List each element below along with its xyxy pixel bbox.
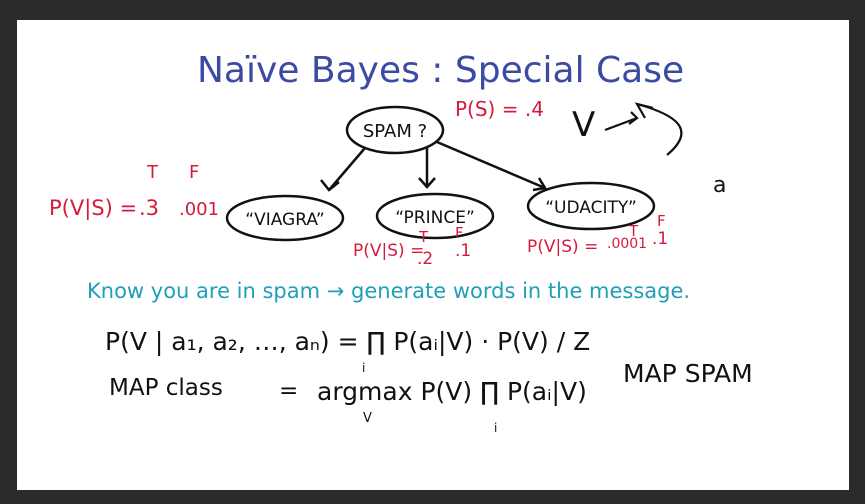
argmax-subscript-v: V [363, 411, 372, 426]
side-v-letter: V [572, 105, 595, 145]
side-arrow-short [604, 116, 638, 132]
map-class-label: MAP class [109, 375, 223, 401]
side-a-letter: a [713, 173, 726, 198]
prince-prob-t: .2 [417, 249, 433, 269]
viagra-prob-label: P(V|S) = [49, 196, 137, 221]
map-argmax-expression: argmax P(V) ∏ P(aᵢ|V) [317, 377, 587, 406]
udacity-f-header: F [657, 212, 666, 230]
prince-f-header: F [455, 224, 464, 242]
side-arrowhead-curve [634, 102, 654, 119]
map-spam-label: MAP SPAM [623, 359, 753, 388]
posterior-formula: P(V | a₁, a₂, …, aₙ) = ∏ P(aᵢ|V) · P(V) … [105, 327, 590, 356]
viagra-node-label: “VIAGRA” [245, 210, 324, 230]
side-arrowhead-short [628, 111, 639, 125]
viagra-f-header: F [189, 162, 199, 183]
prince-prob-label: P(V|S) = [353, 241, 424, 261]
title: Naïve Bayes : Special Case [197, 50, 684, 91]
viagra-prob-f: .001 [179, 199, 219, 220]
viagra-prob-t: .3 [139, 196, 159, 220]
side-arrow [604, 102, 683, 156]
edge-viagra [328, 147, 366, 191]
prior-probability: P(S) = .4 [455, 97, 544, 121]
argmax-product-index: i [494, 421, 497, 435]
edges [320, 140, 548, 192]
explanation-text: Know you are in spam → generate words in… [87, 279, 690, 303]
udacity-prob-t: .0001 [607, 236, 647, 252]
udacity-node-label: “UDACITY” [545, 198, 637, 218]
whiteboard: Naïve Bayes : Special Case SPAM ? P(S) =… [17, 20, 849, 490]
udacity-prob-f: .1 [652, 229, 668, 249]
side-curve [636, 102, 683, 156]
map-class-equals: = [279, 378, 298, 404]
spam-node-label: SPAM ? [363, 121, 427, 142]
viagra-t-header: T [146, 162, 159, 183]
udacity-prob-label: P(V|S) = [527, 237, 598, 257]
diagram-canvas: Naïve Bayes : Special Case SPAM ? P(S) =… [49, 50, 753, 435]
posterior-product-index: i [362, 361, 365, 375]
edge-udacity [436, 140, 546, 190]
prince-prob-f: .1 [455, 241, 471, 261]
